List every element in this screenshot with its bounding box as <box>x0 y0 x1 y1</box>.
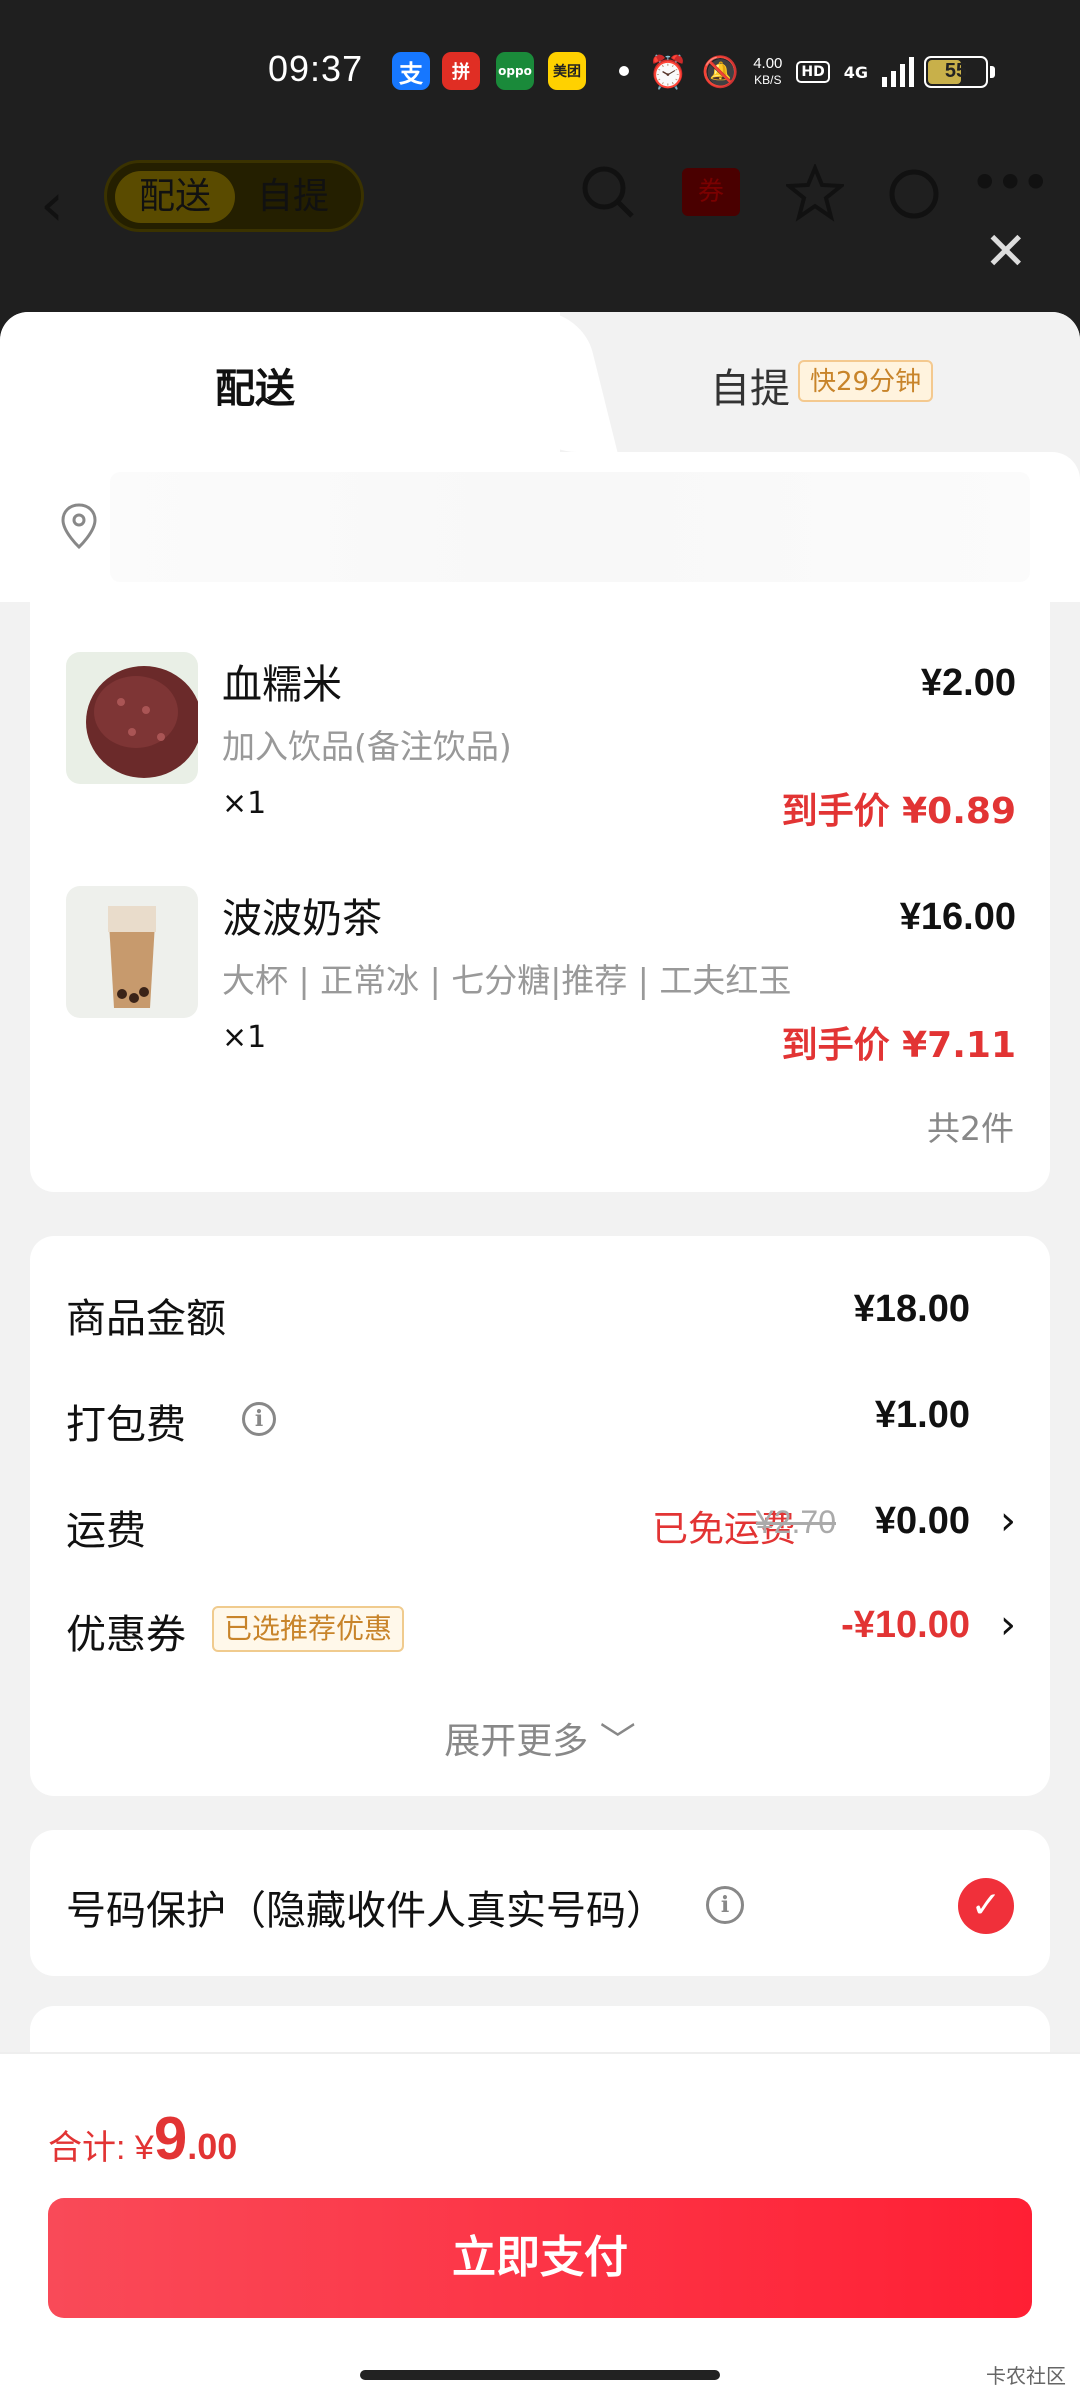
pay-now-button[interactable]: 立即支付 <box>48 2198 1032 2318</box>
total-label: 合计: <box>48 2129 135 2167</box>
status-time: 09:37 <box>268 48 364 89</box>
status-icons: ⏰ 🔕 4.00 KB/S HD 4G <box>648 50 916 94</box>
goods-amount-label: 商品金额 <box>66 1296 226 1342</box>
chevron-right-icon: › <box>1000 1602 1016 1648</box>
battery-icon: 55 <box>924 56 988 88</box>
item-final-price: 到手价 ¥0.89 <box>781 791 1016 832</box>
address-section[interactable] <box>0 452 1080 602</box>
customer-service-icon[interactable] <box>886 166 942 222</box>
chevron-right-icon: › <box>1000 1498 1016 1544</box>
packing-fee-label: 打包费 <box>66 1402 186 1448</box>
hd-badge: HD <box>796 61 830 83</box>
next-card-peek <box>30 2006 1050 2052</box>
goods-amount-row: 商品金额 ¥18.00 <box>66 1286 1016 1346</box>
network-type: 4G <box>843 62 869 82</box>
number-protection-label: 号码保护（隐藏收件人真实号码） <box>66 1888 666 1934</box>
coupon-label: 优惠券 <box>66 1612 186 1658</box>
goods-amount-value: ¥18.00 <box>853 1288 970 1330</box>
tab-delivery[interactable]: 配送 <box>215 356 295 414</box>
close-icon[interactable]: ✕ <box>984 222 1028 282</box>
packing-fee-row: 打包费 i ¥1.00 <box>66 1392 1016 1452</box>
coupon-icon[interactable]: 券 <box>682 168 740 216</box>
packing-fee-value: ¥1.00 <box>874 1394 970 1436</box>
pinduoduo-app-icon: 拼 <box>442 52 480 90</box>
page-header: ‹ 配送 自提 券 ••• <box>0 140 1080 312</box>
coupon-tag: 已选推荐优惠 <box>212 1606 405 1652</box>
oppo-app-icon: oppo <box>496 52 534 90</box>
item-name: 波波奶茶 <box>222 896 382 942</box>
item-spec: 加入饮品(备注饮品) <box>222 727 512 766</box>
items-count: 共2件 <box>927 1109 1014 1148</box>
item-spec: 大杯 | 正常冰 | 七分糖|推荐 | 工夫红玉 <box>222 961 792 1000</box>
info-icon[interactable]: i <box>242 1402 276 1436</box>
location-pin-icon <box>61 503 97 550</box>
item-price: ¥2.00 <box>920 662 1016 704</box>
watermark-text: 卡农社区 <box>986 2364 1066 2388</box>
item-price: ¥16.00 <box>899 896 1016 938</box>
number-protection-checkbox[interactable]: ✓ <box>958 1878 1014 1934</box>
number-protection-card: 号码保护（隐藏收件人真实号码） i ✓ <box>30 1830 1050 1976</box>
expand-more-button[interactable]: 展开更多 ﹀ <box>30 1712 1050 1764</box>
star-icon[interactable] <box>786 164 844 222</box>
delivery-toggle[interactable]: 配送 自提 <box>104 160 364 232</box>
item-qty: ×1 <box>222 1020 267 1055</box>
nav-bar: 卡农社区 <box>0 2350 1080 2400</box>
coupon-value: -¥10.00 <box>841 1604 970 1646</box>
price-summary-card: 商品金额 ¥18.00 打包费 i ¥1.00 运费 已免运费 ¥2.70 ¥0… <box>30 1236 1050 1796</box>
total-currency: ¥ <box>134 2129 154 2167</box>
total-decimal: .00 <box>187 2126 238 2167</box>
back-arrow-icon[interactable]: ‹ <box>40 170 64 240</box>
shipping-fee-value: ¥0.00 <box>874 1500 970 1542</box>
item-image <box>66 886 198 1018</box>
original-shipping-fee: ¥2.70 <box>755 1504 836 1540</box>
toggle-delivery[interactable]: 配送 <box>115 171 235 223</box>
alipay-app-icon: 支 <box>392 52 430 90</box>
order-sheet: 配送 自提 快29分钟 血糯米 加入饮品(备注饮品) ×1 ¥2.00 到手价 … <box>0 312 1080 2052</box>
item-final-price: 到手价 ¥7.11 <box>781 1025 1016 1066</box>
more-icon[interactable]: ••• <box>970 154 1051 212</box>
item-qty: ×1 <box>222 786 267 821</box>
checkout-bar: 合计: ¥9.00 立即支付 <box>0 2052 1080 2350</box>
total-amount: 合计: ¥9.00 <box>48 2104 237 2173</box>
search-icon[interactable] <box>580 164 636 220</box>
status-bar: 09:37 支 拼 oppo 美团 ⏰ 🔕 4.00 KB/S HD 4G 55 <box>0 0 1080 140</box>
item-image <box>66 652 198 784</box>
pickup-time-badge: 快29分钟 <box>798 360 934 402</box>
address-text-blurred <box>110 472 1030 582</box>
net-speed-unit: KB/S <box>754 73 782 87</box>
signal-icon <box>882 57 915 87</box>
item-name: 血糯米 <box>222 662 342 708</box>
alarm-icon: ⏰ <box>648 53 688 91</box>
home-indicator[interactable] <box>360 2370 720 2380</box>
list-item[interactable]: 波波奶茶 大杯 | 正常冰 | 七分糖|推荐 | 工夫红玉 ×1 ¥16.00 … <box>66 886 1016 1086</box>
tab-pickup[interactable]: 自提 <box>710 356 790 414</box>
toggle-pickup[interactable]: 自提 <box>257 171 329 223</box>
coupon-row[interactable]: 优惠券 已选推荐优惠 -¥10.00 › <box>66 1602 1016 1662</box>
list-item[interactable]: 血糯米 加入饮品(备注饮品) ×1 ¥2.00 到手价 ¥0.89 <box>66 652 1016 852</box>
shipping-fee-label: 运费 <box>66 1508 146 1554</box>
net-speed: 4.00 KB/S <box>753 56 782 88</box>
meituan-app-icon: 美团 <box>548 52 586 90</box>
mute-bell-icon: 🔕 <box>701 54 740 90</box>
total-integer: 9 <box>153 2105 188 2172</box>
shipping-fee-row[interactable]: 运费 已免运费 ¥2.70 ¥0.00 › <box>66 1498 1016 1558</box>
net-speed-value: 4.00 <box>753 55 783 72</box>
notification-dot-icon <box>619 66 629 76</box>
battery-level: 55 <box>944 60 968 82</box>
info-icon[interactable]: i <box>706 1886 744 1924</box>
items-card: 血糯米 加入饮品(备注饮品) ×1 ¥2.00 到手价 ¥0.89 波波奶茶 大… <box>30 602 1050 1192</box>
